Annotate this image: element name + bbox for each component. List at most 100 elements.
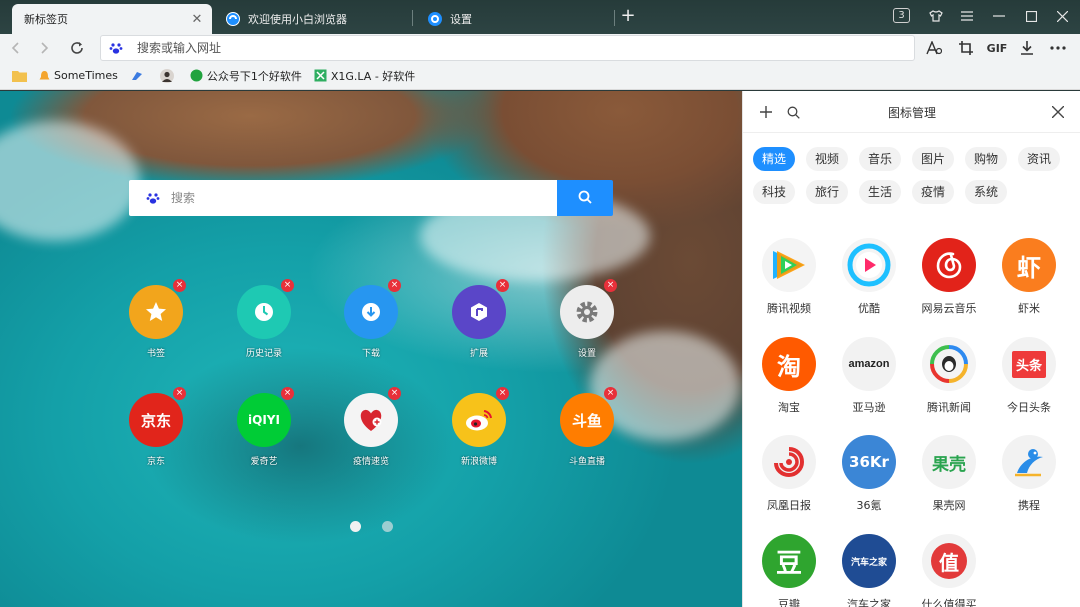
- app-tencent-news[interactable]: 腾讯新闻: [912, 337, 986, 427]
- app-36kr[interactable]: 36Kr 36氪: [832, 435, 906, 525]
- app-toutiao[interactable]: 头条 今日头条: [992, 337, 1066, 427]
- back-button[interactable]: [5, 37, 27, 59]
- ctrip-logo: [1002, 435, 1056, 489]
- tab-title: 新标签页: [24, 13, 68, 26]
- tile-settings[interactable]: × 设置: [547, 279, 627, 365]
- search-input[interactable]: [171, 188, 541, 208]
- bookmarks-folder[interactable]: [12, 70, 31, 82]
- reader-mode-icon[interactable]: [922, 37, 946, 59]
- remove-tile-icon[interactable]: ×: [604, 387, 617, 400]
- remove-tile-icon[interactable]: ×: [604, 279, 617, 292]
- search-button[interactable]: [557, 180, 613, 216]
- baidu-paw-icon[interactable]: [146, 191, 160, 208]
- category-music[interactable]: 音乐: [859, 147, 902, 171]
- remove-tile-icon[interactable]: ×: [496, 387, 509, 400]
- remove-tile-icon[interactable]: ×: [281, 279, 294, 292]
- category-featured[interactable]: 精选: [753, 147, 796, 171]
- remove-tile-icon[interactable]: ×: [496, 279, 509, 292]
- avatar-icon: [159, 68, 174, 83]
- app-douban[interactable]: 豆 豆瓣: [752, 534, 826, 607]
- menu-icon[interactable]: [955, 6, 979, 26]
- taobao-logo: 淘: [762, 337, 816, 391]
- new-tab-button[interactable]: +: [618, 6, 638, 28]
- tile-bookmarks[interactable]: × 书签: [116, 279, 196, 365]
- tile-jd[interactable]: 京东 × 京东: [116, 387, 196, 473]
- tile-epidemic[interactable]: × 疫情速览: [331, 387, 411, 473]
- tile-label: 爱奇艺: [250, 457, 278, 467]
- app-xiami[interactable]: 虾 虾米: [992, 238, 1066, 328]
- forward-button[interactable]: [33, 37, 55, 59]
- tile-history[interactable]: × 历史记录: [224, 279, 304, 365]
- tab-welcome[interactable]: 欢迎使用小白浏览器: [214, 4, 410, 34]
- more-options-icon[interactable]: [1046, 37, 1070, 59]
- category-system[interactable]: 系统: [965, 180, 1008, 204]
- app-amazon[interactable]: amazon 亚马逊: [832, 337, 906, 427]
- refresh-button[interactable]: [66, 37, 88, 59]
- tab-title: 欢迎使用小白浏览器: [248, 13, 347, 26]
- tab-settings[interactable]: 设置: [416, 4, 612, 34]
- app-netease-music[interactable]: 网易云音乐: [912, 238, 986, 328]
- app-label: 腾讯新闻: [927, 401, 971, 414]
- tile-downloads[interactable]: × 下载: [331, 279, 411, 365]
- close-window-icon[interactable]: [1050, 6, 1074, 26]
- skin-icon[interactable]: [924, 6, 948, 26]
- bookmark-avatar[interactable]: [159, 68, 178, 83]
- remove-tile-icon[interactable]: ×: [388, 279, 401, 292]
- green-dot-icon: [190, 69, 203, 82]
- tab-new-tab[interactable]: 新标签页 ✕: [12, 4, 212, 34]
- bookmark-wechat-account[interactable]: 公众号下1个好软件: [190, 68, 302, 84]
- bookmark-sometimes[interactable]: SomeTimes: [39, 69, 118, 82]
- app-tencent-video[interactable]: 腾讯视频: [752, 238, 826, 328]
- page-dot[interactable]: [382, 521, 393, 532]
- app-label: 什么值得买: [921, 598, 977, 607]
- tab-count-badge[interactable]: 3: [893, 8, 910, 23]
- jd-logo: 京东: [129, 393, 183, 447]
- bookmark-link[interactable]: [130, 70, 148, 82]
- app-label: 淘宝: [778, 401, 800, 414]
- panel-header: 图标管理: [743, 91, 1080, 133]
- close-icon[interactable]: [1047, 101, 1069, 123]
- category-shopping[interactable]: 购物: [965, 147, 1008, 171]
- address-input[interactable]: [137, 38, 897, 58]
- tile-iqiyi[interactable]: iQIYI × 爱奇艺: [224, 387, 304, 473]
- crop-screenshot-icon[interactable]: [954, 37, 978, 59]
- address-bar[interactable]: [100, 35, 915, 61]
- weibo-logo: [452, 393, 506, 447]
- app-label: 腾讯视频: [767, 302, 811, 315]
- tile-label: 扩展: [469, 349, 488, 359]
- page-dot-active[interactable]: [350, 521, 361, 532]
- icon-management-panel: 图标管理 精选 视频 音乐 图片 购物 资讯 科技 旅行 生活 疫情 系统 腾讯…: [742, 91, 1080, 607]
- category-epidemic[interactable]: 疫情: [912, 180, 955, 204]
- app-ctrip[interactable]: 携程: [992, 435, 1066, 525]
- app-youku[interactable]: 优酷: [832, 238, 906, 328]
- tile-weibo[interactable]: × 新浪微博: [439, 387, 519, 473]
- tile-douyu[interactable]: 斗鱼 × 斗鱼直播: [547, 387, 627, 473]
- app-taobao[interactable]: 淘 淘宝: [752, 337, 826, 427]
- close-icon[interactable]: ✕: [190, 12, 204, 27]
- maximize-icon[interactable]: [1019, 6, 1043, 26]
- app-guokr[interactable]: 果壳 果壳网: [912, 435, 986, 525]
- search-box[interactable]: [129, 180, 557, 216]
- youku-logo: [842, 238, 896, 292]
- minimize-icon[interactable]: [987, 6, 1011, 26]
- category-images[interactable]: 图片: [912, 147, 955, 171]
- remove-tile-icon[interactable]: ×: [173, 279, 186, 292]
- tile-extensions[interactable]: × 扩展: [439, 279, 519, 365]
- app-autohome[interactable]: 汽车之家 汽车之家: [832, 534, 906, 607]
- bookmark-x1g[interactable]: X1G.LA - 好软件: [314, 68, 415, 84]
- app-smzdm[interactable]: 值 什么值得买: [912, 534, 986, 607]
- category-tech[interactable]: 科技: [753, 180, 796, 204]
- app-ifeng[interactable]: 凤凰日报: [752, 435, 826, 525]
- baidu-paw-icon[interactable]: [109, 41, 123, 58]
- app-label: 凤凰日报: [767, 499, 811, 512]
- remove-tile-icon[interactable]: ×: [388, 387, 401, 400]
- download-icon[interactable]: [1015, 37, 1039, 59]
- category-travel[interactable]: 旅行: [806, 180, 849, 204]
- category-video[interactable]: 视频: [806, 147, 849, 171]
- gif-record-button[interactable]: GIF: [984, 37, 1010, 59]
- category-life[interactable]: 生活: [859, 180, 902, 204]
- remove-tile-icon[interactable]: ×: [173, 387, 186, 400]
- category-news[interactable]: 资讯: [1018, 147, 1061, 171]
- app-label: 携程: [1018, 499, 1040, 512]
- remove-tile-icon[interactable]: ×: [281, 387, 294, 400]
